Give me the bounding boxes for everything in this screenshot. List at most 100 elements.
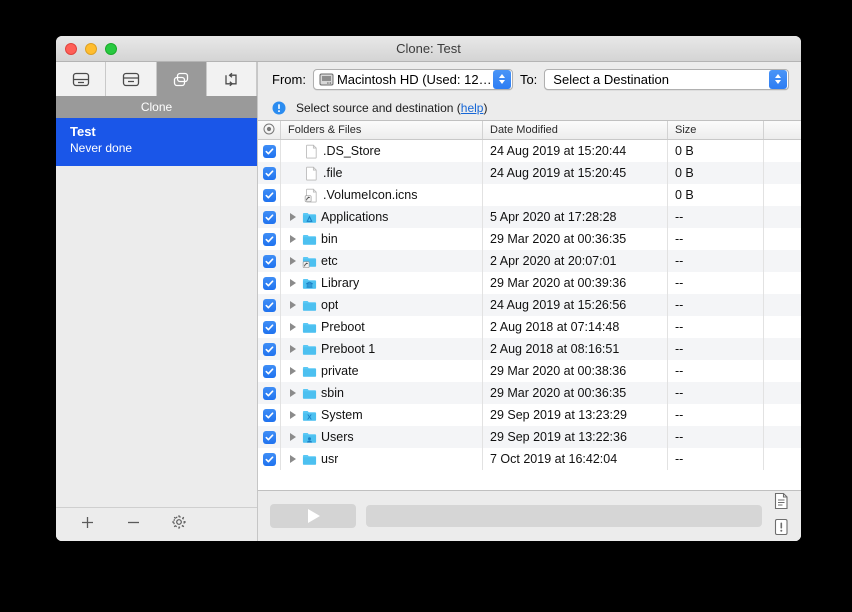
row-checkbox[interactable] xyxy=(258,140,281,162)
row-date: 7 Oct 2019 at 16:42:04 xyxy=(483,448,668,470)
errors-button[interactable] xyxy=(772,519,791,540)
source-dropdown[interactable]: Macintosh HD (Used: 12… xyxy=(313,69,513,90)
tab-archive[interactable] xyxy=(106,62,156,96)
checkbox-checked-icon xyxy=(263,255,276,268)
title-bar: Clone: Test xyxy=(56,36,801,62)
table-row[interactable]: usr7 Oct 2019 at 16:42:04-- xyxy=(258,448,801,470)
disclosure-triangle-icon[interactable] xyxy=(287,455,298,463)
table-row[interactable]: Applications5 Apr 2020 at 17:28:28-- xyxy=(258,206,801,228)
checkbox-checked-icon xyxy=(263,167,276,180)
column-header-name[interactable]: Folders & Files xyxy=(281,121,483,139)
select-all-header[interactable] xyxy=(258,121,281,139)
file-alias-icon xyxy=(304,188,319,203)
row-name: .VolumeIcon.icns xyxy=(323,188,418,202)
help-link[interactable]: help xyxy=(461,101,484,115)
disclosure-triangle-icon[interactable] xyxy=(287,235,298,243)
row-extra xyxy=(764,162,801,184)
sync-arrows-icon xyxy=(221,71,241,88)
source-stepper[interactable] xyxy=(493,70,511,89)
destination-stepper[interactable] xyxy=(769,70,787,89)
disclosure-triangle-icon[interactable] xyxy=(287,323,298,331)
row-name: opt xyxy=(321,298,338,312)
row-checkbox[interactable] xyxy=(258,404,281,426)
row-size: -- xyxy=(668,338,764,360)
table-row[interactable]: opt24 Aug 2019 at 15:26:56-- xyxy=(258,294,801,316)
row-checkbox[interactable] xyxy=(258,184,281,206)
column-header-date[interactable]: Date Modified xyxy=(483,121,668,139)
table-row[interactable]: Users29 Sep 2019 at 13:22:36-- xyxy=(258,426,801,448)
table-row[interactable]: Preboot2 Aug 2018 at 07:14:48-- xyxy=(258,316,801,338)
row-name-cell: Preboot 1 xyxy=(281,338,483,360)
zoom-button[interactable] xyxy=(105,43,117,55)
footer-icon-group xyxy=(772,493,791,540)
row-name-cell: Applications xyxy=(281,206,483,228)
table-row[interactable]: bin29 Mar 2020 at 00:36:35-- xyxy=(258,228,801,250)
table-row[interactable]: etc2 Apr 2020 at 20:07:01-- xyxy=(258,250,801,272)
play-icon xyxy=(308,509,320,523)
disclosure-triangle-icon[interactable] xyxy=(287,433,298,441)
log-button[interactable] xyxy=(772,493,791,514)
table-row[interactable]: Library29 Mar 2020 at 00:39:36-- xyxy=(258,272,801,294)
table-row[interactable]: XSystem29 Sep 2019 at 13:23:29-- xyxy=(258,404,801,426)
table-row[interactable]: Preboot 12 Aug 2018 at 08:16:51-- xyxy=(258,338,801,360)
disclosure-triangle-icon[interactable] xyxy=(287,213,298,221)
drive-icon xyxy=(71,71,91,88)
row-checkbox[interactable] xyxy=(258,294,281,316)
table-row[interactable]: private29 Mar 2020 at 00:38:36-- xyxy=(258,360,801,382)
checkbox-checked-icon xyxy=(263,453,276,466)
settings-button[interactable] xyxy=(170,516,188,534)
row-extra xyxy=(764,272,801,294)
row-checkbox[interactable] xyxy=(258,162,281,184)
row-size: -- xyxy=(668,206,764,228)
disclosure-triangle-icon[interactable] xyxy=(287,301,298,309)
row-date: 29 Sep 2019 at 13:23:29 xyxy=(483,404,668,426)
table-row[interactable]: sbin29 Mar 2020 at 00:36:35-- xyxy=(258,382,801,404)
window-controls xyxy=(65,43,117,55)
row-date: 24 Aug 2019 at 15:20:44 xyxy=(483,140,668,162)
run-button[interactable] xyxy=(270,504,356,528)
minimize-button[interactable] xyxy=(85,43,97,55)
disclosure-triangle-icon[interactable] xyxy=(287,257,298,265)
select-all-icon xyxy=(263,123,275,138)
window-body: Clone Test Never done xyxy=(56,62,801,541)
row-name-cell: bin xyxy=(281,228,483,250)
row-checkbox[interactable] xyxy=(258,206,281,228)
row-size: -- xyxy=(668,228,764,250)
tab-sync[interactable] xyxy=(207,62,257,96)
row-checkbox[interactable] xyxy=(258,316,281,338)
row-name-cell: private xyxy=(281,360,483,382)
disclosure-triangle-icon[interactable] xyxy=(287,389,298,397)
close-button[interactable] xyxy=(65,43,77,55)
row-name-cell: .file xyxy=(281,162,483,184)
disclosure-triangle-icon[interactable] xyxy=(287,411,298,419)
column-header-size[interactable]: Size xyxy=(668,121,764,139)
row-size: -- xyxy=(668,316,764,338)
tab-clone[interactable] xyxy=(157,62,207,96)
disclosure-triangle-icon[interactable] xyxy=(287,367,298,375)
table-row[interactable]: .file24 Aug 2019 at 15:20:450 B xyxy=(258,162,801,184)
row-checkbox[interactable] xyxy=(258,272,281,294)
row-checkbox[interactable] xyxy=(258,426,281,448)
destination-dropdown[interactable]: Select a Destination xyxy=(544,69,789,90)
folder-icon xyxy=(302,386,317,401)
row-checkbox[interactable] xyxy=(258,228,281,250)
tab-backup[interactable] xyxy=(56,62,106,96)
list-item[interactable]: Test Never done xyxy=(56,118,257,166)
row-checkbox[interactable] xyxy=(258,448,281,470)
folder-icon xyxy=(302,298,317,313)
table-row[interactable]: .DS_Store24 Aug 2019 at 15:20:440 B xyxy=(258,140,801,162)
row-checkbox[interactable] xyxy=(258,250,281,272)
column-header-extra[interactable] xyxy=(764,121,801,139)
row-extra xyxy=(764,360,801,382)
file-table: Folders & Files Date Modified Size .DS_S… xyxy=(258,120,801,491)
disclosure-triangle-icon[interactable] xyxy=(287,279,298,287)
row-checkbox[interactable] xyxy=(258,382,281,404)
add-task-button[interactable] xyxy=(78,516,96,534)
row-checkbox[interactable] xyxy=(258,360,281,382)
folder-icon xyxy=(302,452,317,467)
table-row[interactable]: .VolumeIcon.icns0 B xyxy=(258,184,801,206)
remove-task-button[interactable] xyxy=(124,516,142,534)
progress-bar xyxy=(366,505,762,527)
disclosure-triangle-icon[interactable] xyxy=(287,345,298,353)
row-checkbox[interactable] xyxy=(258,338,281,360)
